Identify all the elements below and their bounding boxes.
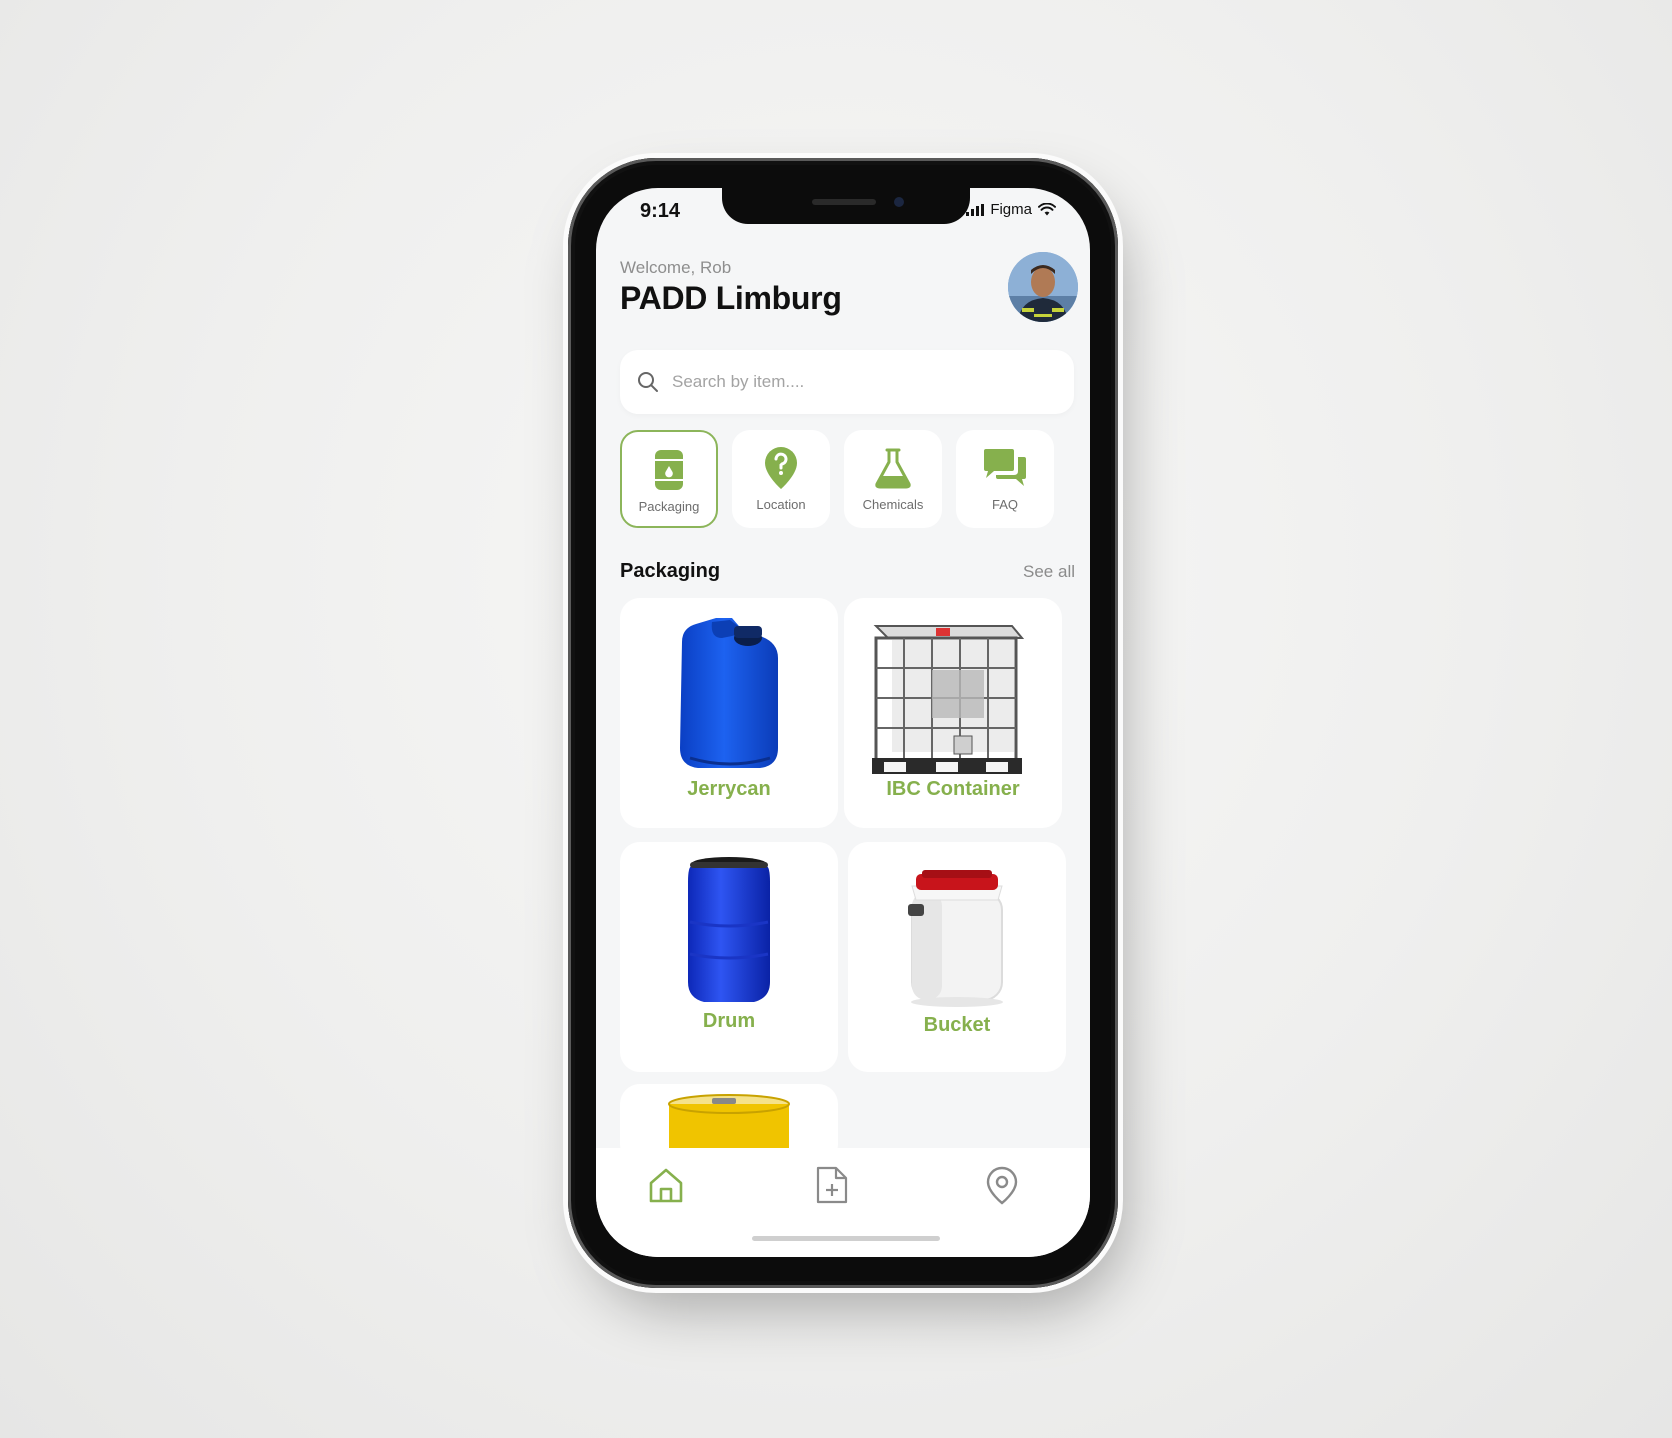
add-document-icon	[816, 1166, 848, 1204]
product-card-drum[interactable]: Drum	[620, 842, 838, 1072]
product-card-jerrycan[interactable]: Jerrycan	[620, 598, 838, 828]
tab-home[interactable]	[644, 1163, 688, 1207]
location-question-icon	[765, 447, 797, 489]
product-name: Bucket	[923, 1014, 991, 1036]
map-pin-icon	[986, 1166, 1018, 1205]
app-screen: 9:14 Figma Welcome, Rob PADD Limburg Sea…	[596, 188, 1090, 1257]
product-name: Jerrycan	[687, 778, 771, 800]
home-icon	[649, 1168, 683, 1203]
search-bar[interactable]: Search by item....	[620, 350, 1074, 414]
home-indicator	[752, 1236, 940, 1241]
jerrycan-image	[680, 618, 778, 768]
bucket-image	[908, 870, 1003, 1007]
page-title: PADD Limburg	[620, 280, 842, 316]
product-name: Drum	[702, 1010, 756, 1032]
carrier-label: Figma	[990, 201, 1032, 218]
drum-image	[688, 857, 770, 1002]
product-card-ibc-container[interactable]: IBC Container	[844, 598, 1062, 828]
category-faq[interactable]: FAQ	[956, 430, 1054, 528]
wifi-icon	[1038, 203, 1056, 216]
see-all-link[interactable]: See all	[1023, 562, 1075, 582]
search-icon	[638, 372, 658, 392]
category-label: Chemicals	[862, 497, 924, 512]
category-label: Location	[756, 497, 806, 512]
avatar-portrait	[1008, 252, 1078, 322]
category-label: FAQ	[991, 497, 1018, 512]
speaker	[812, 199, 876, 205]
camera	[894, 197, 904, 207]
status-right: Figma	[966, 201, 1056, 218]
barrel-icon	[655, 450, 683, 490]
product-name: IBC Container	[886, 778, 1020, 800]
category-label: Packaging	[638, 499, 700, 514]
section-title: Packaging	[620, 560, 721, 582]
welcome-text: Welcome, Rob	[620, 258, 732, 277]
notch	[722, 188, 970, 224]
flask-icon	[875, 448, 911, 489]
category-location[interactable]: Location	[732, 430, 830, 528]
search-input[interactable]: Search by item....	[672, 372, 804, 392]
chat-bubbles-icon	[984, 449, 1026, 486]
tab-bar	[596, 1148, 1090, 1257]
product-card-bucket[interactable]: Bucket	[848, 842, 1066, 1072]
category-chemicals[interactable]: Chemicals	[844, 430, 942, 528]
tab-locations[interactable]	[980, 1163, 1024, 1207]
signal-icon	[966, 203, 985, 216]
status-time: 9:14	[640, 200, 681, 222]
ibc-container-image	[872, 625, 1025, 774]
avatar[interactable]	[1008, 252, 1078, 322]
tab-add-report[interactable]	[810, 1163, 854, 1207]
category-packaging[interactable]: Packaging	[620, 430, 718, 528]
